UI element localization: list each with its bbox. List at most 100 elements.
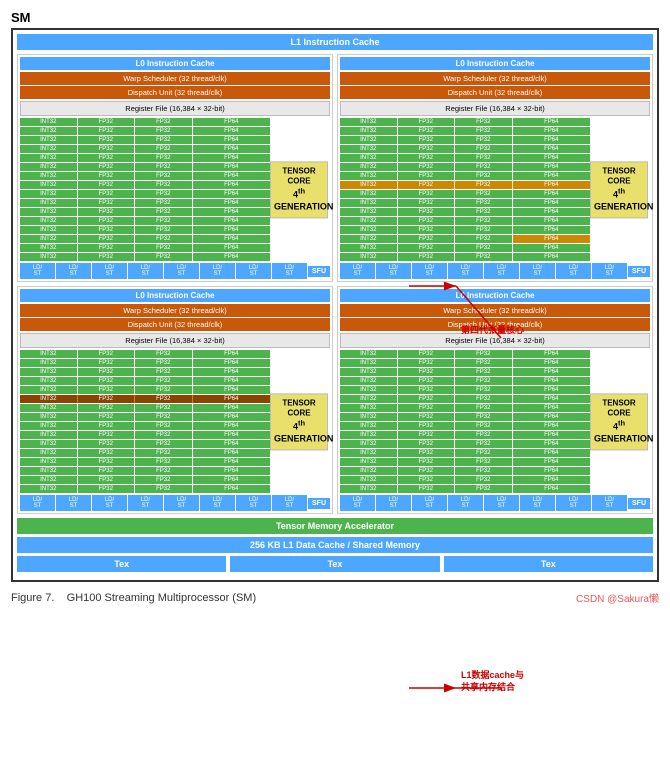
fp32b: FP32 — [135, 217, 192, 225]
core-area-bl: INT32FP32FP32FP64 INT32FP32FP32FP64 INT3… — [20, 350, 330, 493]
fp64: FP64 — [193, 172, 271, 180]
tensor-core-text-tr: TENSOR CORE — [594, 166, 644, 187]
row16: INT32 FP32 FP32 FP64 — [20, 253, 270, 261]
row3: INT32 FP32 FP32 FP64 — [20, 136, 270, 144]
row8: INT32 FP32 FP32 FP64 — [20, 181, 270, 189]
fp32a: FP32 — [78, 235, 135, 243]
int32: INT32 — [20, 163, 77, 171]
fp32b: FP32 — [135, 154, 192, 162]
int32: INT32 — [20, 235, 77, 243]
csdn-watermark: CSDN @Sakura懒 — [576, 590, 659, 605]
top-left-sub: L0 Instruction Cache Warp Scheduler (32 … — [17, 54, 333, 282]
row13: INT32 FP32 FP32 FP64 — [20, 226, 270, 234]
fp64: FP64 — [193, 235, 271, 243]
fp32a: FP32 — [78, 127, 135, 135]
row7: INT32 FP32 FP32 FP64 — [20, 172, 270, 180]
fp32b: FP32 — [135, 208, 192, 216]
int32: INT32 — [20, 118, 77, 126]
fp32a: FP32 — [78, 208, 135, 216]
fp64: FP64 — [193, 226, 271, 234]
sfu-tr: SFU — [628, 266, 650, 277]
fp32a: FP32 — [78, 244, 135, 252]
dispatch-unit-bl: Dispatch Unit (32 thread/clk) — [20, 318, 330, 331]
fp32a: FP32 — [78, 118, 135, 126]
tensor-core-text: TENSOR CORE — [274, 166, 324, 187]
fp32a: FP32 — [78, 199, 135, 207]
top-two-col: L0 Instruction Cache Warp Scheduler (32 … — [17, 54, 653, 282]
core-area-tl: INT32 FP32 FP32 FP64 INT32 FP32 FP32 FP6… — [20, 118, 330, 261]
int-fp-grid-tl: INT32 FP32 FP32 FP64 INT32 FP32 FP32 FP6… — [20, 118, 270, 261]
l0-cache-tr: L0 Instruction Cache — [340, 57, 650, 70]
page-container: SM L1 Instruction Cache L0 Instruction C… — [11, 10, 659, 605]
fp32a: FP32 — [78, 253, 135, 261]
row15: INT32 FP32 FP32 FP64 — [20, 244, 270, 252]
fp32a: FP32 — [78, 172, 135, 180]
fp64: FP64 — [193, 145, 271, 153]
reg-file-br: Register File (16,384 × 32-bit) — [340, 333, 650, 348]
int32: INT32 — [20, 253, 77, 261]
sfu-bl: SFU — [308, 498, 330, 509]
tensor-core-bl: TENSOR CORE 4th GENERATION — [270, 393, 328, 450]
fp32a: FP32 — [78, 181, 135, 189]
fp32b: FP32 — [135, 163, 192, 171]
l0-cache-bl: L0 Instruction Cache — [20, 289, 330, 302]
svg-text:共享内存结合: 共享内存结合 — [461, 681, 516, 692]
dispatch-unit-br: Dispatch Unit (32 thread/clk) — [340, 318, 650, 331]
l0-cache-br: L0 Instruction Cache — [340, 289, 650, 302]
fp32b: FP32 — [135, 136, 192, 144]
fp32b: FP32 — [135, 145, 192, 153]
fp32b: FP32 — [135, 235, 192, 243]
fp64: FP64 — [193, 154, 271, 162]
core-area-br: INT32FP32FP32FP64 INT32FP32FP32FP64 INT3… — [340, 350, 650, 493]
tex-3: Tex — [444, 556, 653, 572]
l0-cache-tl: L0 Instruction Cache — [20, 57, 330, 70]
int-fp-grid-br: INT32FP32FP32FP64 INT32FP32FP32FP64 INT3… — [340, 350, 590, 493]
fp32a: FP32 — [78, 154, 135, 162]
int32: INT32 — [20, 145, 77, 153]
row4: INT32 FP32 FP32 FP64 — [20, 145, 270, 153]
tensor-core-br: TENSOR CORE 4th GENERATION — [590, 393, 648, 450]
reg-file-tl: Register File (16,384 × 32-bit) — [20, 101, 330, 116]
row14: INT32 FP32 FP32 FP64 — [20, 235, 270, 243]
int32: INT32 — [20, 208, 77, 216]
dispatch-unit-tl: Dispatch Unit (32 thread/clk) — [20, 86, 330, 99]
row12: INT32 FP32 FP32 FP64 — [20, 217, 270, 225]
reg-file-tr: Register File (16,384 × 32-bit) — [340, 101, 650, 116]
int32: INT32 — [20, 127, 77, 135]
fp64: FP64 — [193, 217, 271, 225]
bottom-two-col: L0 Instruction Cache Warp Scheduler (32 … — [17, 286, 653, 514]
tex-row: Tex Tex Tex — [17, 556, 653, 572]
tensor-memory-accelerator: Tensor Memory Accelerator — [17, 518, 653, 534]
top-right-sub: L0 Instruction Cache Warp Scheduler (32 … — [337, 54, 653, 282]
l1-data-cache: 256 KB L1 Data Cache / Shared Memory — [17, 537, 653, 553]
row6: INT32 FP32 FP32 FP64 — [20, 163, 270, 171]
sm-title: SM — [11, 10, 659, 25]
tensor-core-tr: TENSOR CORE 4th GENERATION — [590, 161, 648, 218]
fp64: FP64 — [193, 190, 271, 198]
sm-diagram: L1 Instruction Cache L0 Instruction Cach… — [11, 28, 659, 582]
tex-2: Tex — [230, 556, 439, 572]
core-area-tr: INT32FP32FP32FP64 INT32FP32FP32FP64 INT3… — [340, 118, 650, 261]
bottom-left-sub: L0 Instruction Cache Warp Scheduler (32 … — [17, 286, 333, 514]
l1-instruction-cache-top: L1 Instruction Cache — [17, 34, 653, 50]
int32: INT32 — [20, 190, 77, 198]
warp-scheduler-bl: Warp Scheduler (32 thread/clk) — [20, 304, 330, 317]
int-fp-grid-tr: INT32FP32FP32FP64 INT32FP32FP32FP64 INT3… — [340, 118, 590, 261]
sfu-row-bl: LD/ST LD/ST LD/ST LD/ST LD/ST LD/ST LD/S… — [20, 495, 330, 511]
bottom-right-sub: L0 Instruction Cache Warp Scheduler (32 … — [337, 286, 653, 514]
row1: INT32 FP32 FP32 FP64 — [20, 118, 270, 126]
int32: INT32 — [20, 181, 77, 189]
fp64: FP64 — [193, 136, 271, 144]
int32: INT32 — [20, 226, 77, 234]
fp32b: FP32 — [135, 181, 192, 189]
fp32b: FP32 — [135, 226, 192, 234]
fp64: FP64 — [193, 118, 271, 126]
sfu-row-tr: LD/ST LD/ST LD/ST LD/ST LD/ST LD/ST LD/S… — [340, 263, 650, 279]
fp32b: FP32 — [135, 127, 192, 135]
warp-scheduler-br: Warp Scheduler (32 thread/clk) — [340, 304, 650, 317]
figure-text: Figure 7. GH100 Streaming Multiprocessor… — [11, 592, 256, 604]
row9: INT32 FP32 FP32 FP64 — [20, 190, 270, 198]
fp64: FP64 — [193, 181, 271, 189]
sfu-tl: SFU — [308, 266, 330, 277]
fp32a: FP32 — [78, 190, 135, 198]
